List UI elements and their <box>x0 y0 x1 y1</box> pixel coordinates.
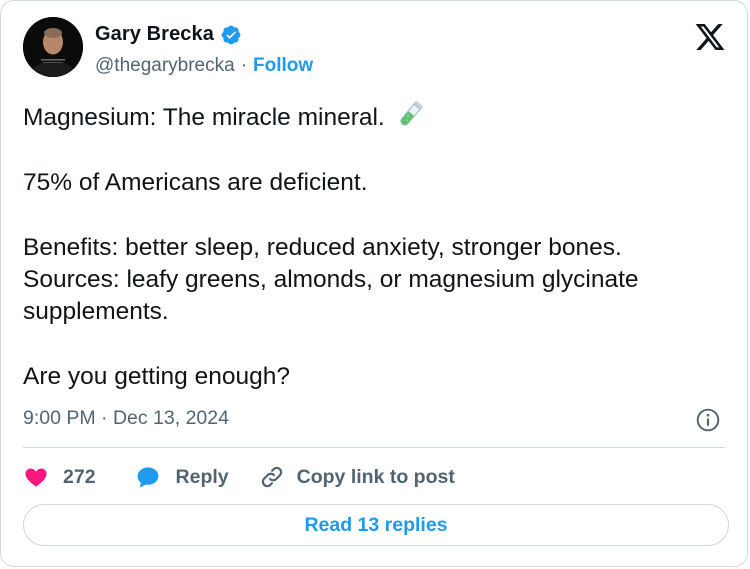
separator-dot: · <box>240 55 248 76</box>
tweet-line-2: 75% of Americans are deficient. <box>23 169 368 196</box>
copy-link-button[interactable]: Copy link to post <box>259 464 455 490</box>
tweet-line-4: Sources: leafy greens, almonds, or magne… <box>23 266 639 325</box>
avatar-image <box>23 17 83 77</box>
reply-label: Reply <box>175 465 229 488</box>
tweet-timestamp[interactable]: 9:00 PM · Dec 13, 2024 <box>23 407 229 430</box>
heart-icon <box>25 468 47 487</box>
verified-badge-icon <box>221 25 241 44</box>
info-icon[interactable] <box>695 407 721 433</box>
tweet-line-1: Magnesium: The miracle mineral. <box>23 99 723 134</box>
reply-button[interactable]: Reply <box>134 464 229 490</box>
action-bar: 272 Reply Copy link to post <box>23 459 455 495</box>
follow-button[interactable]: Follow <box>253 55 313 77</box>
author-handle[interactable]: @thegarybrecka <box>95 55 235 77</box>
tweet-line-5: Are you getting enough? <box>23 363 290 390</box>
avatar[interactable] <box>23 17 83 77</box>
like-count: 272 <box>63 465 96 488</box>
tweet-line-1-text: Magnesium: The miracle mineral. <box>23 104 385 131</box>
divider <box>23 447 725 448</box>
copy-link-label: Copy link to post <box>296 465 455 488</box>
read-replies-button[interactable]: Read 13 replies <box>23 504 729 546</box>
tweet-text: Magnesium: The miracle mineral. 75% of A… <box>23 99 723 393</box>
tweet-embed-card: Gary Brecka @thegarybrecka · Follow Magn… <box>0 0 748 567</box>
tweet-line-3: Benefits: better sleep, reduced anxiety,… <box>23 234 622 261</box>
author-name[interactable]: Gary Brecka <box>95 23 214 46</box>
like-button[interactable]: 272 <box>23 465 96 489</box>
x-logo-icon[interactable] <box>693 21 727 53</box>
author-handle-row: @thegarybrecka · Follow <box>95 55 313 77</box>
reply-bubble-icon <box>137 467 158 488</box>
author-name-row: Gary Brecka <box>95 23 242 46</box>
link-icon <box>261 466 282 488</box>
test-tube-icon <box>399 100 423 126</box>
